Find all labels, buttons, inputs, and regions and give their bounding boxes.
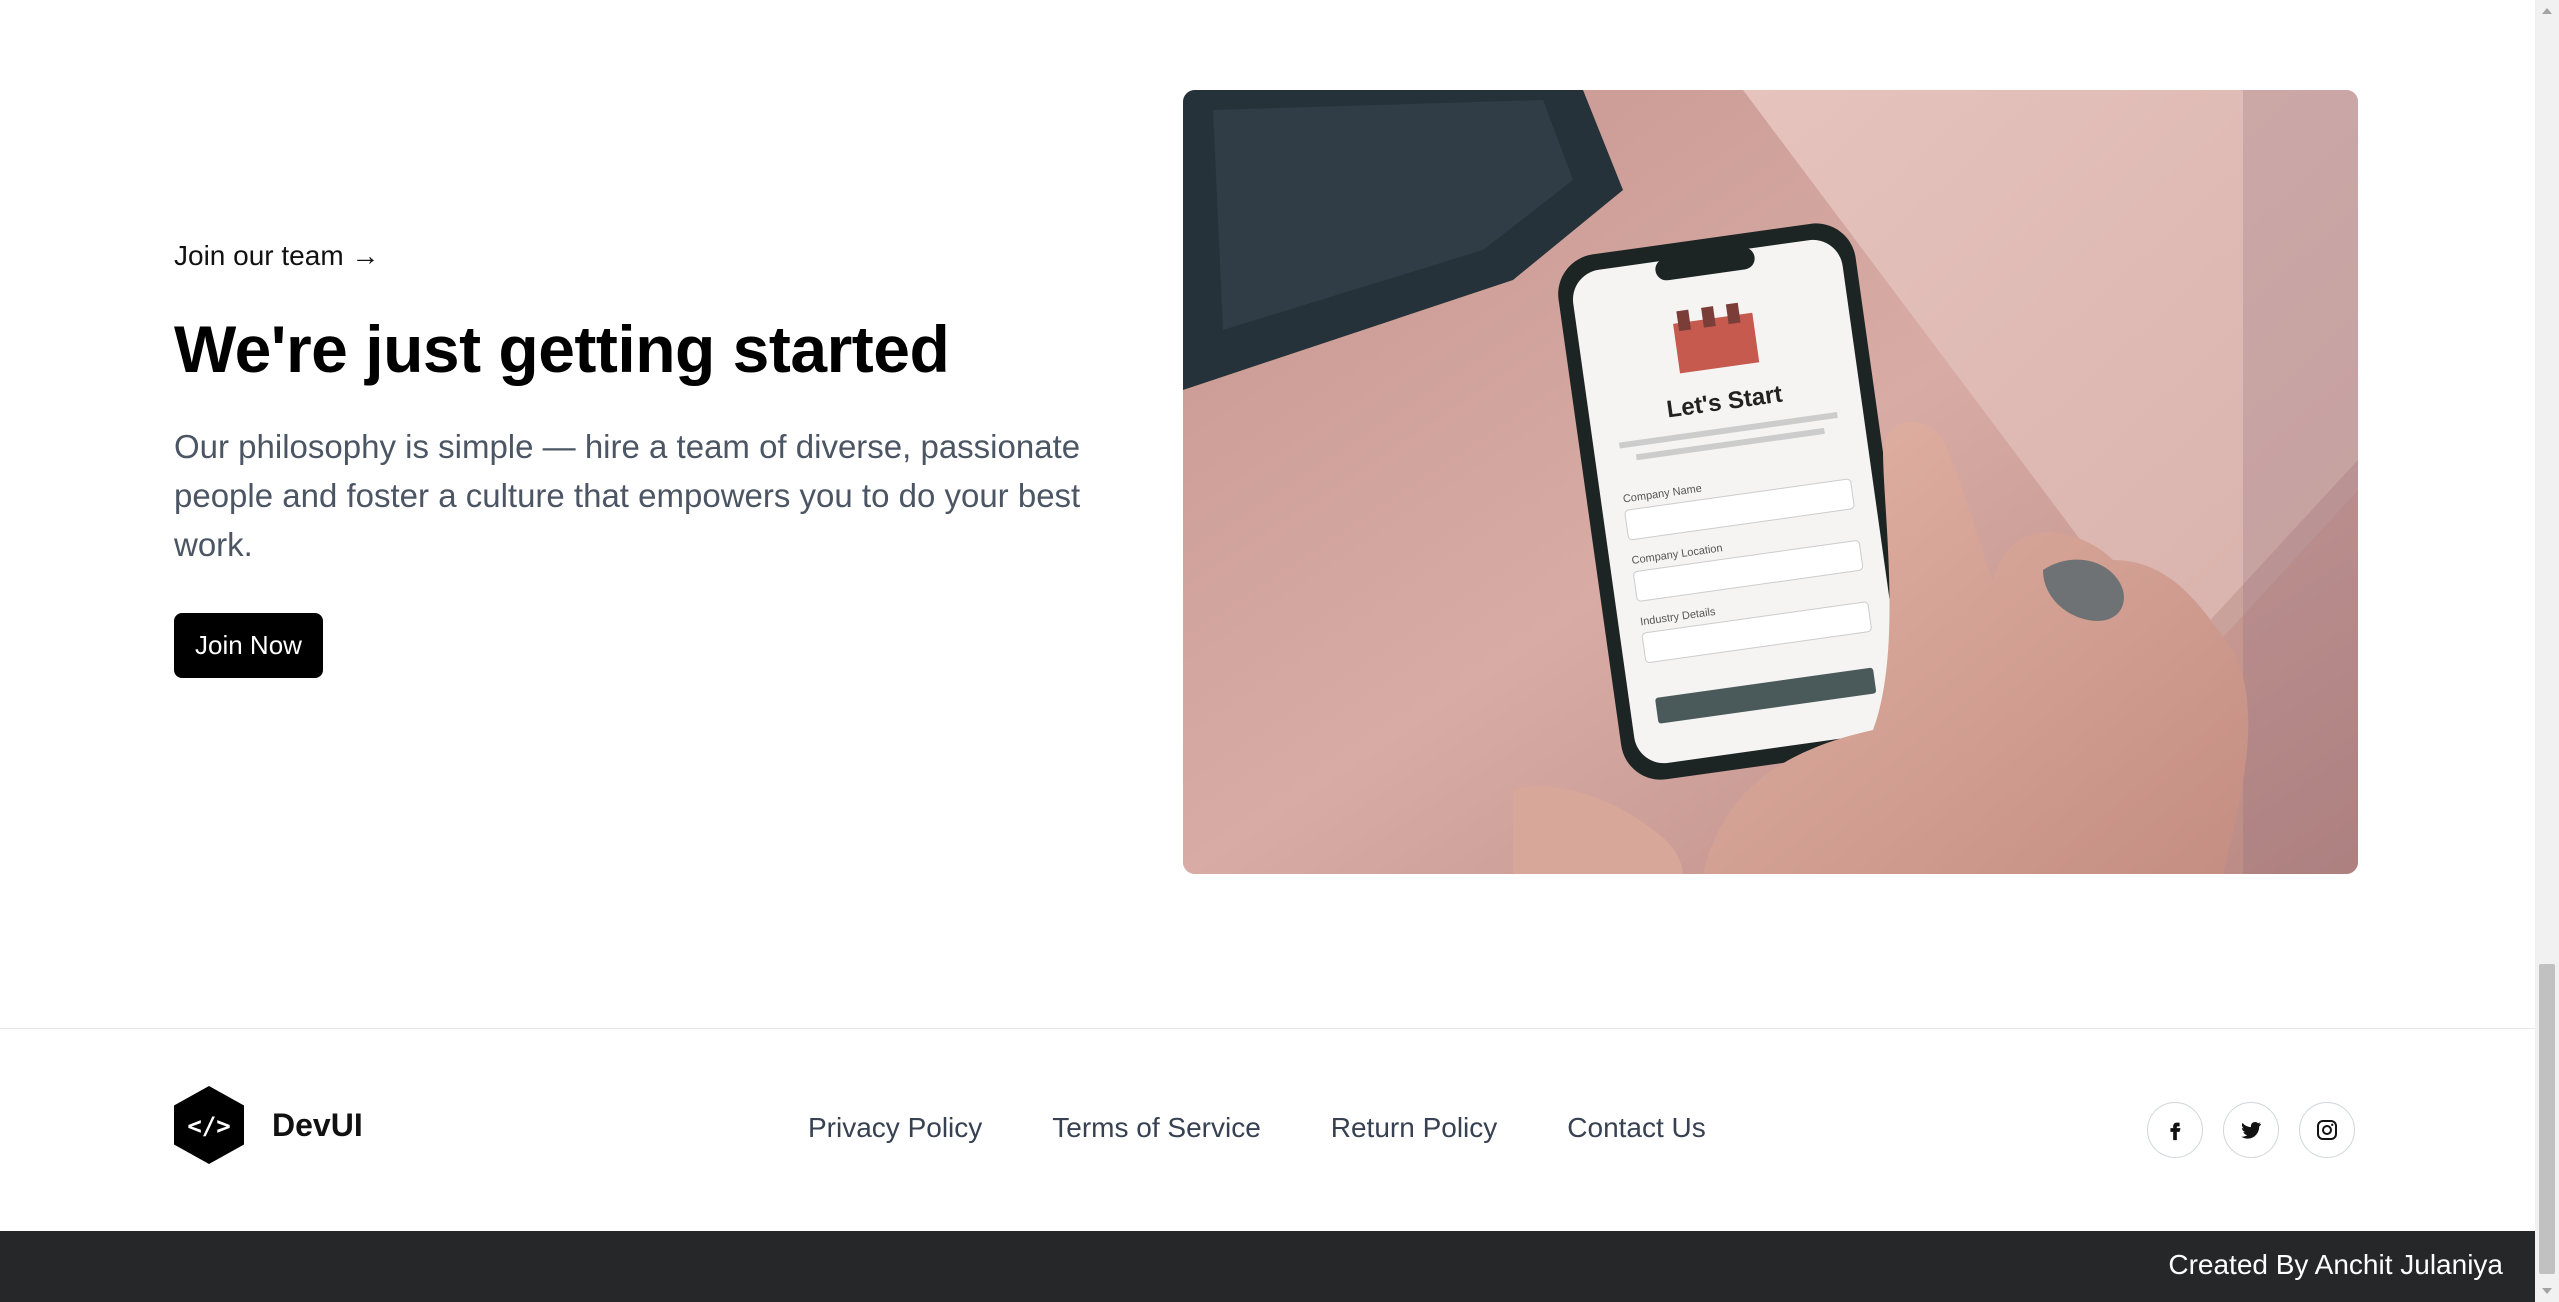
hero-description: Our philosophy is simple — hire a team o… <box>174 427 1081 563</box>
instagram-button[interactable] <box>2299 1102 2355 1158</box>
facebook-button[interactable] <box>2147 1102 2203 1158</box>
instagram-icon <box>2317 1120 2337 1140</box>
join-now-button[interactable]: Join Now <box>174 612 323 678</box>
credit-text: Created By Anchit Julaniya <box>2168 1249 2503 1280</box>
svg-text:</>: </> <box>187 1112 230 1140</box>
code-brackets-icon: </> <box>174 1086 244 1164</box>
page: Join our team → We're just getting start… <box>0 0 2559 1302</box>
twitter-icon <box>2241 1121 2261 1139</box>
privacy-policy-link[interactable]: Privacy Policy <box>808 1112 982 1144</box>
terms-of-service-link[interactable]: Terms of Service <box>1052 1112 1261 1144</box>
scroll-up-arrow-icon[interactable] <box>2542 8 2552 14</box>
hero-text-block: Join our team → We're just getting start… <box>174 240 1174 678</box>
twitter-button[interactable] <box>2223 1102 2279 1158</box>
facebook-icon <box>2170 1122 2181 1141</box>
social-links <box>2147 1102 2355 1158</box>
vertical-scrollbar[interactable] <box>2535 0 2559 1302</box>
brand-name: DevUI <box>272 1106 363 1143</box>
join-team-link[interactable]: Join our team → <box>174 240 379 272</box>
scroll-down-arrow-icon[interactable] <box>2542 1288 2552 1294</box>
hero-photo: Let's Start Company Name Company Locatio… <box>1183 90 2358 874</box>
hero-headline: We're just getting started <box>174 312 950 386</box>
scrollbar-thumb[interactable] <box>2539 964 2555 1274</box>
contact-us-link[interactable]: Contact Us <box>1567 1112 1706 1144</box>
return-policy-link[interactable]: Return Policy <box>1331 1112 1498 1144</box>
footer-brand[interactable]: </> DevUI <box>174 1086 363 1164</box>
credit-bar: Created By Anchit Julaniya <box>0 1231 2535 1302</box>
footer-nav: Privacy Policy Terms of Service Return P… <box>808 1112 1706 1144</box>
footer-divider <box>0 1028 2535 1029</box>
